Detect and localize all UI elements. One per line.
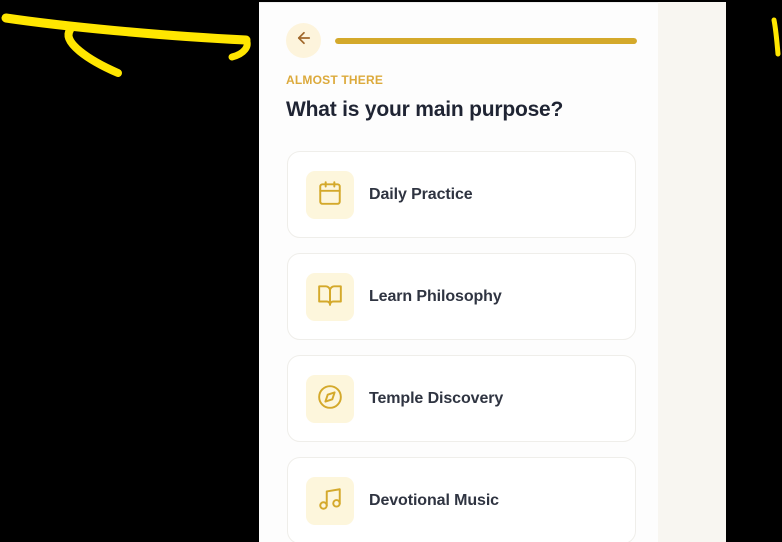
- option-icon-tile: [306, 273, 354, 321]
- step-eyebrow: ALMOST THERE: [286, 73, 384, 87]
- music-note-icon: [317, 486, 343, 517]
- screen: ALMOST THERE What is your main purpose? …: [0, 0, 782, 542]
- page-title: What is your main purpose?: [286, 98, 564, 121]
- side-panel: [658, 2, 726, 542]
- option-icon-tile: [306, 171, 354, 219]
- option-devotional-music[interactable]: Devotional Music: [287, 457, 636, 542]
- option-icon-tile: [306, 477, 354, 525]
- progress-bar: [335, 38, 637, 44]
- option-label: Devotional Music: [369, 492, 499, 509]
- option-temple-discovery[interactable]: Temple Discovery: [287, 355, 636, 442]
- book-open-icon: [317, 282, 343, 313]
- annotation-arrow-stroke: [64, 26, 122, 77]
- progress-fill: [335, 38, 637, 44]
- annotation-arrow-stroke: [1, 13, 251, 45]
- option-learn-philosophy[interactable]: Learn Philosophy: [287, 253, 636, 340]
- back-button[interactable]: [286, 23, 321, 58]
- arrow-left-icon: [295, 29, 313, 52]
- annotation-arrow-stroke: [228, 36, 251, 61]
- option-icon-tile: [306, 375, 354, 423]
- calendar-icon: [317, 180, 343, 211]
- option-label: Temple Discovery: [369, 390, 504, 407]
- annotation-mark: [771, 17, 781, 57]
- app-panel: ALMOST THERE What is your main purpose? …: [259, 2, 658, 542]
- option-label: Daily Practice: [369, 186, 473, 203]
- option-daily-practice[interactable]: Daily Practice: [287, 151, 636, 238]
- option-label: Learn Philosophy: [369, 288, 502, 305]
- compass-icon: [317, 384, 343, 415]
- purpose-options: Daily Practice Learn Philosophy Temple D…: [287, 151, 636, 542]
